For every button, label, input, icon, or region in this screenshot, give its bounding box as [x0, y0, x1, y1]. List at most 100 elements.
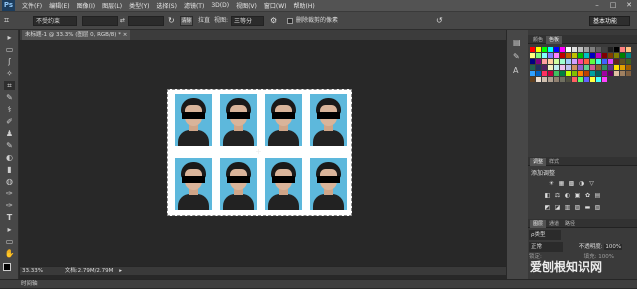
color-swatch[interactable] [608, 59, 613, 64]
color-swatch[interactable] [626, 71, 631, 76]
color-swatch[interactable] [614, 65, 619, 70]
menu-file[interactable]: 文件(F) [22, 1, 42, 10]
color-swatch[interactable] [584, 71, 589, 76]
color-swatch[interactable] [548, 59, 553, 64]
color-swatch[interactable] [572, 47, 577, 52]
pen-tool-icon[interactable]: ✑ [4, 201, 15, 210]
tab-paths[interactable]: 路径 [562, 220, 578, 228]
vibrance-icon[interactable]: ▽ [588, 181, 595, 187]
crop-tool-icon-active[interactable]: ⌗ [4, 81, 15, 90]
pattern-icon[interactable]: ▧ [594, 205, 601, 211]
color-swatch[interactable] [536, 65, 541, 70]
color-swatch[interactable] [572, 77, 577, 82]
color-swatch[interactable] [566, 71, 571, 76]
color-swatch[interactable] [536, 47, 541, 52]
color-swatch[interactable] [578, 71, 583, 76]
tab-styles[interactable]: 样式 [546, 158, 562, 166]
zoom-level[interactable]: 33.33% [22, 268, 43, 274]
status-arrow-icon[interactable]: ▸ [119, 268, 122, 274]
color-swatch[interactable] [608, 71, 613, 76]
color-swatch[interactable] [584, 65, 589, 70]
color-swatch[interactable] [590, 71, 595, 76]
color-swatch[interactable] [614, 59, 619, 64]
minimize-button[interactable]: – [591, 1, 603, 10]
color-swatch[interactable] [596, 65, 601, 70]
color-swatch[interactable] [536, 59, 541, 64]
color-swatch[interactable] [614, 47, 619, 52]
color-swatch[interactable] [560, 71, 565, 76]
color-swatch[interactable] [602, 53, 607, 58]
brush-tool-icon[interactable]: ✐ [4, 117, 15, 126]
color-swatch[interactable] [578, 59, 583, 64]
color-swatch[interactable] [602, 59, 607, 64]
color-swatch[interactable] [572, 65, 577, 70]
swap-icon[interactable]: ⇄ [120, 16, 125, 26]
color-swatch[interactable] [560, 65, 565, 70]
color-swatch[interactable] [578, 77, 583, 82]
color-swatch[interactable] [626, 53, 631, 58]
color-swatch[interactable] [602, 77, 607, 82]
tab-color[interactable]: 颜色 [530, 36, 546, 44]
color-swatch[interactable] [596, 59, 601, 64]
color-swatch[interactable] [548, 65, 553, 70]
color-swatch[interactable] [530, 47, 535, 52]
color-swatch[interactable] [590, 65, 595, 70]
color-swatch[interactable] [620, 47, 625, 52]
color-balance-icon[interactable]: ⚖ [554, 193, 561, 199]
tab-layers[interactable]: 图层 [530, 220, 547, 228]
color-swatch[interactable] [608, 53, 613, 58]
foreground-color-swatch[interactable] [3, 263, 11, 271]
color-swatch[interactable] [542, 65, 547, 70]
color-swatch[interactable] [590, 47, 595, 52]
color-swatch[interactable] [566, 59, 571, 64]
document-tab[interactable]: 未标题-1 @ 33.3% (图层 0, RGB/8) * × [22, 30, 130, 40]
color-swatch[interactable] [578, 47, 583, 52]
crop-tool-icon[interactable]: ⌗ [4, 15, 18, 27]
healing-tool-icon[interactable]: ⚕ [4, 105, 15, 114]
maximize-button[interactable]: □ [607, 1, 619, 10]
posterize-icon[interactable]: ◪ [554, 205, 561, 211]
color-swatch[interactable] [602, 71, 607, 76]
menu-select[interactable]: 选择(S) [156, 1, 177, 10]
color-swatch[interactable] [560, 59, 565, 64]
color-swatch[interactable] [560, 53, 565, 58]
color-swatch[interactable] [560, 77, 565, 82]
timeline-label[interactable]: 时间轴 [21, 281, 38, 287]
blur-tool-icon[interactable]: ◍ [4, 177, 15, 186]
color-swatch[interactable] [536, 53, 541, 58]
color-swatch[interactable] [566, 65, 571, 70]
color-swatch[interactable] [614, 53, 619, 58]
color-lookup-icon[interactable]: ▤ [594, 193, 601, 199]
hue-saturation-icon[interactable]: ◧ [544, 193, 551, 199]
color-swatch[interactable] [566, 77, 571, 82]
color-swatch[interactable] [572, 71, 577, 76]
blend-mode-select[interactable]: 正常 [529, 242, 563, 252]
character-panel-icon[interactable]: A [513, 66, 522, 75]
properties-panel-icon[interactable]: ✎ [513, 52, 522, 61]
delete-cropped-checkbox[interactable] [287, 18, 293, 24]
quick-select-tool-icon[interactable]: ✧ [4, 69, 15, 78]
layer-kind-filter[interactable]: ρ类型 [529, 230, 561, 240]
gradient-map-icon[interactable]: ▨ [574, 205, 581, 211]
menu-window[interactable]: 窗口(W) [264, 1, 287, 10]
brightness-icon[interactable]: ☀ [548, 181, 555, 187]
color-swatch[interactable] [530, 53, 535, 58]
color-swatch[interactable] [620, 59, 625, 64]
color-swatch[interactable] [566, 53, 571, 58]
shape-tool-icon[interactable]: ▭ [4, 237, 15, 246]
color-swatch[interactable] [572, 53, 577, 58]
color-swatch[interactable] [536, 71, 541, 76]
close-button[interactable]: ✕ [623, 1, 635, 10]
straighten-button[interactable]: 拉直 [198, 16, 210, 26]
color-swatch[interactable] [578, 65, 583, 70]
color-swatch[interactable] [548, 71, 553, 76]
history-panel-icon[interactable]: ▤ [513, 38, 522, 47]
selective-color-icon[interactable]: ▬ [584, 205, 591, 211]
document-tab-close-icon[interactable]: × [123, 32, 128, 38]
gradient-tool-icon[interactable]: ▮ [4, 165, 15, 174]
color-swatch[interactable] [566, 47, 571, 52]
color-swatch[interactable] [572, 59, 577, 64]
color-swatch[interactable] [584, 59, 589, 64]
color-swatch[interactable] [626, 65, 631, 70]
marquee-tool-icon[interactable]: ▭ [4, 45, 15, 54]
